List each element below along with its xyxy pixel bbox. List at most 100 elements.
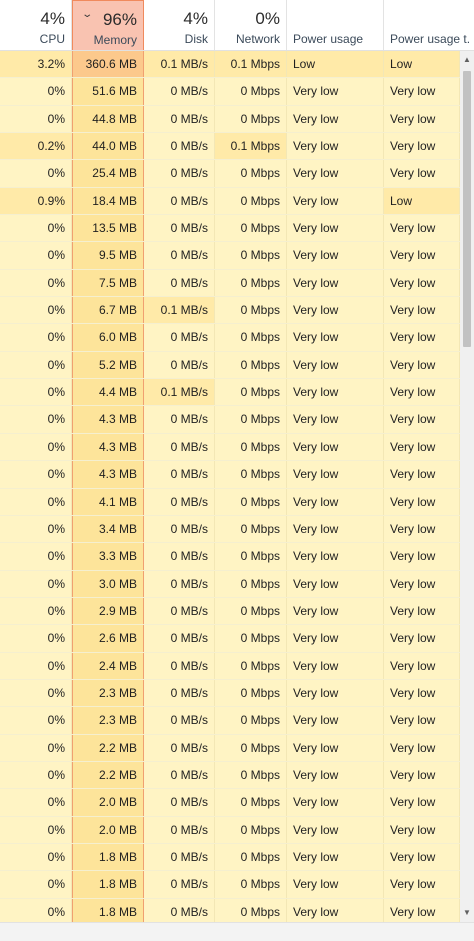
table-row[interactable]: 0% 6.7 MB 0.1 MB/s 0 Mbps Very low Very low [0, 297, 460, 325]
chevron-down-icon: ⌄ [81, 9, 94, 20]
power-usage-trend-cell: Very low [384, 351, 460, 379]
disk-cell: 0 MB/s [144, 734, 215, 761]
table-row[interactable]: 0% 4.1 MB 0 MB/s 0 Mbps Very low Very low [0, 488, 460, 516]
power-usage-trend-cell: Very low [384, 625, 460, 652]
memory-cell: 18.4 MB [72, 187, 144, 215]
disk-cell: 0 MB/s [144, 187, 215, 215]
power-usage-cell: Very low [287, 78, 384, 105]
power-usage-trend-cell: Low [384, 187, 460, 215]
column-header-cpu[interactable]: 4% CPU [0, 0, 72, 50]
column-header-power-usage[interactable]: Power usage [287, 0, 384, 50]
table-row[interactable]: 0% 2.4 MB 0 MB/s 0 Mbps Very low Very low [0, 652, 460, 680]
table-row[interactable]: 0% 2.9 MB 0 MB/s 0 Mbps Very low Very low [0, 597, 460, 626]
disk-cell: 0 MB/s [144, 843, 215, 871]
table-row[interactable]: 0% 3.3 MB 0 MB/s 0 Mbps Very low Very low [0, 543, 460, 571]
cpu-cell: 0% [0, 543, 72, 570]
power-usage-trend-cell: Very low [384, 78, 460, 105]
table-row[interactable]: 0% 4.3 MB 0 MB/s 0 Mbps Very low Very low [0, 461, 460, 489]
table-row[interactable]: 0% 2.0 MB 0 MB/s 0 Mbps Very low Very low [0, 816, 460, 844]
table-row[interactable]: 0% 2.0 MB 0 MB/s 0 Mbps Very low Very low [0, 789, 460, 817]
power-usage-cell: Very low [287, 488, 384, 515]
table-row[interactable]: 0% 3.0 MB 0 MB/s 0 Mbps Very low Very low [0, 570, 460, 598]
memory-cell: 2.3 MB [72, 679, 144, 707]
network-cell: 0 Mbps [215, 406, 287, 433]
disk-cell: 0 MB/s [144, 215, 215, 242]
vertical-scrollbar[interactable]: ▲ ▼ [460, 51, 474, 922]
scrollbar-thumb[interactable] [463, 71, 471, 347]
network-cell: 0 Mbps [215, 789, 287, 816]
table-row[interactable]: 0% 1.8 MB 0 MB/s 0 Mbps Very low Very low [0, 843, 460, 872]
cpu-cell: 0% [0, 515, 72, 543]
column-header-memory[interactable]: ⌄ 96% Memory [72, 0, 144, 50]
cpu-cell: 0% [0, 105, 72, 133]
power-usage-cell: Very low [287, 297, 384, 324]
disk-cell: 0 MB/s [144, 160, 215, 187]
power-usage-trend-cell: Very low [384, 406, 460, 433]
scroll-up-arrow-icon[interactable]: ▲ [460, 53, 474, 67]
horizontal-scrollbar[interactable] [0, 922, 474, 941]
table-row[interactable]: 0% 3.4 MB 0 MB/s 0 Mbps Very low Very low [0, 515, 460, 544]
table-row[interactable]: 0% 25.4 MB 0 MB/s 0 Mbps Very low Very low [0, 160, 460, 188]
table-row[interactable]: 0% 4.4 MB 0.1 MB/s 0 Mbps Very low Very low [0, 379, 460, 407]
memory-cell: 2.9 MB [72, 597, 144, 625]
table-row[interactable]: 3.2% 360.6 MB 0.1 MB/s 0.1 Mbps Low Low [0, 51, 460, 79]
disk-cell: 0 MB/s [144, 597, 215, 625]
memory-cell: 2.0 MB [72, 789, 144, 816]
table-row[interactable]: 0% 6.0 MB 0 MB/s 0 Mbps Very low Very low [0, 324, 460, 352]
table-row[interactable]: 0% 5.2 MB 0 MB/s 0 Mbps Very low Very low [0, 351, 460, 380]
cpu-cell: 0% [0, 351, 72, 379]
power-usage-trend-cell: Very low [384, 488, 460, 515]
table-row[interactable]: 0% 51.6 MB 0 MB/s 0 Mbps Very low Very low [0, 78, 460, 106]
power-usage-trend-cell: Very low [384, 871, 460, 898]
table-row[interactable]: 0% 2.6 MB 0 MB/s 0 Mbps Very low Very low [0, 625, 460, 653]
scroll-down-arrow-icon[interactable]: ▼ [460, 906, 474, 920]
network-cell: 0 Mbps [215, 105, 287, 133]
memory-cell: 2.2 MB [72, 734, 144, 761]
memory-cell: 2.6 MB [72, 625, 144, 652]
cpu-cell: 0% [0, 816, 72, 843]
network-cell: 0.1 Mbps [215, 51, 287, 78]
cpu-cell: 0% [0, 679, 72, 707]
table-row[interactable]: 0% 7.5 MB 0 MB/s 0 Mbps Very low Very low [0, 269, 460, 298]
disk-cell: 0 MB/s [144, 898, 215, 922]
cpu-cell: 0% [0, 433, 72, 461]
disk-cell: 0 MB/s [144, 761, 215, 789]
memory-cell: 3.3 MB [72, 543, 144, 570]
process-table: 3.2% 360.6 MB 0.1 MB/s 0.1 Mbps Low Low 0% 51.6… [0, 51, 460, 922]
table-row[interactable]: 0% 13.5 MB 0 MB/s 0 Mbps Very low Very low [0, 215, 460, 243]
column-header-disk[interactable]: 4% Disk [144, 0, 215, 50]
disk-cell: 0 MB/s [144, 406, 215, 433]
power-usage-trend-cell: Very low [384, 515, 460, 543]
table-row[interactable]: 0% 44.8 MB 0 MB/s 0 Mbps Very low Very low [0, 105, 460, 134]
table-row[interactable]: 0% 2.2 MB 0 MB/s 0 Mbps Very low Very low [0, 734, 460, 762]
memory-cell: 4.3 MB [72, 461, 144, 488]
table-row[interactable]: 0% 2.2 MB 0 MB/s 0 Mbps Very low Very low [0, 761, 460, 790]
table-row[interactable]: 0% 9.5 MB 0 MB/s 0 Mbps Very low Very low [0, 242, 460, 270]
memory-total-percent: 96% [102, 10, 137, 29]
disk-cell: 0 MB/s [144, 570, 215, 597]
table-row[interactable]: 0% 2.3 MB 0 MB/s 0 Mbps Very low Very low [0, 679, 460, 708]
table-row[interactable]: 0.9% 18.4 MB 0 MB/s 0 Mbps Very low Low [0, 187, 460, 216]
table-row[interactable]: 0% 1.8 MB 0 MB/s 0 Mbps Very low Very low [0, 871, 460, 899]
disk-cell: 0 MB/s [144, 488, 215, 515]
power-usage-trend-cell: Very low [384, 433, 460, 461]
table-row[interactable]: 0% 4.3 MB 0 MB/s 0 Mbps Very low Very low [0, 406, 460, 434]
network-cell: 0 Mbps [215, 843, 287, 871]
network-cell: 0 Mbps [215, 215, 287, 242]
network-cell: 0 Mbps [215, 871, 287, 898]
cpu-cell: 0% [0, 898, 72, 922]
column-header-network[interactable]: 0% Network [215, 0, 287, 50]
cpu-cell: 0% [0, 843, 72, 871]
table-row[interactable]: 0% 4.3 MB 0 MB/s 0 Mbps Very low Very low [0, 433, 460, 462]
disk-cell: 0 MB/s [144, 269, 215, 297]
memory-cell: 2.3 MB [72, 707, 144, 734]
table-row[interactable]: 0% 1.8 MB 0 MB/s 0 Mbps Very low Very low [0, 898, 460, 922]
network-header-label: Network [235, 32, 280, 46]
power-usage-trend-cell: Very low [384, 160, 460, 187]
power-usage-trend-cell: Very low [384, 570, 460, 597]
power-usage-trend-header-label: Power usage t... [390, 32, 470, 46]
table-row[interactable]: 0.2% 44.0 MB 0 MB/s 0.1 Mbps Very low Very lo… [0, 133, 460, 161]
power-usage-trend-cell: Very low [384, 379, 460, 406]
table-row[interactable]: 0% 2.3 MB 0 MB/s 0 Mbps Very low Very low [0, 707, 460, 735]
column-header-power-usage-trend[interactable]: Power usage t... [384, 0, 474, 50]
